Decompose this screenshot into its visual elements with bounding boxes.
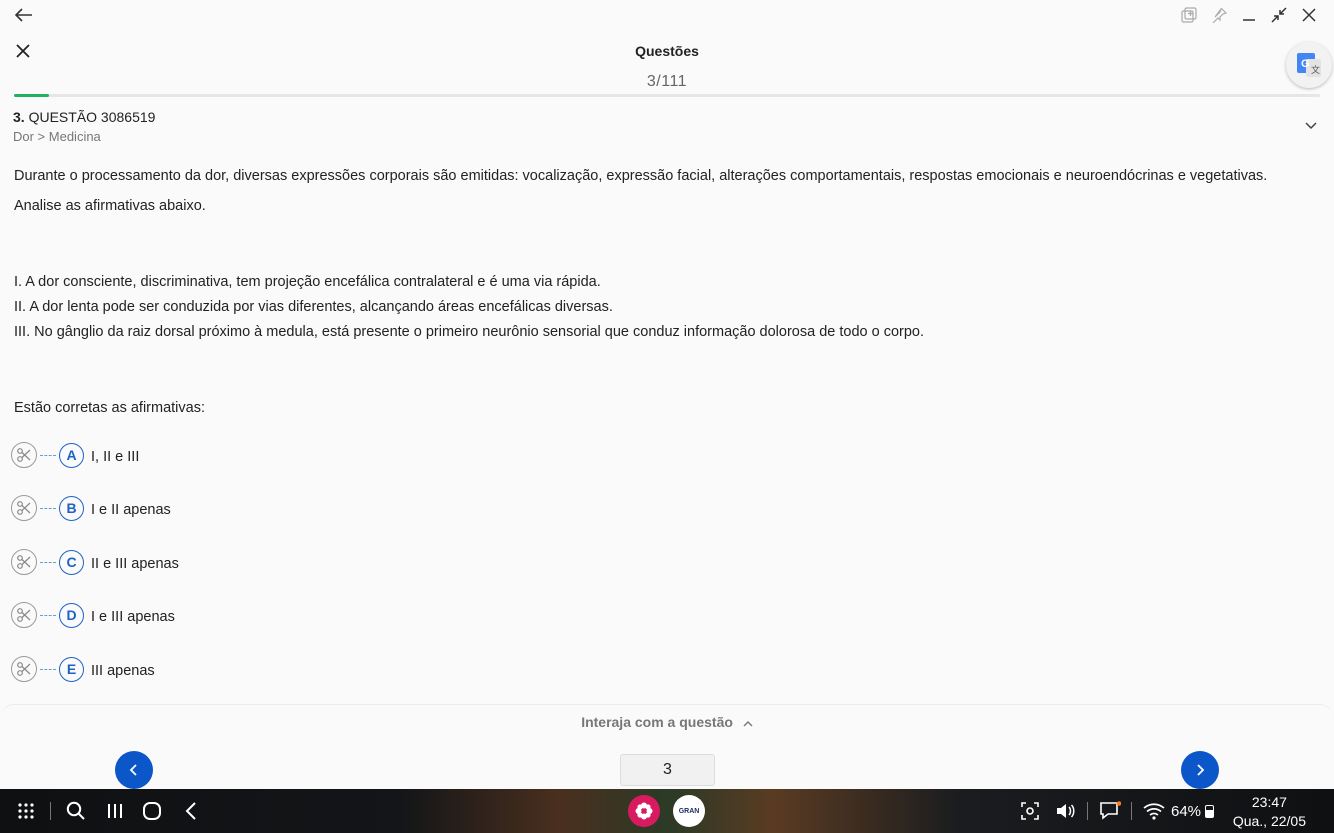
- close-icon[interactable]: [1298, 4, 1320, 26]
- option-b[interactable]: B I e II apenas: [11, 494, 171, 522]
- question-number: 3.: [13, 109, 25, 125]
- interact-toggle[interactable]: Interaja com a questão: [0, 714, 1334, 731]
- clock-time: 23:47: [1251, 794, 1287, 810]
- question-header: 3. QUESTÃO 3086519 Dor > Medicina: [13, 109, 155, 144]
- chevron-left-icon: [129, 764, 137, 776]
- question-intro: Durante o processamento da dor, diversas…: [14, 168, 1268, 184]
- system-taskbar: GRAN 64% 23:47 Qua., 22/05: [0, 789, 1334, 833]
- option-letter[interactable]: B: [59, 495, 84, 521]
- app-header: Questões 3/111 G 文: [0, 30, 1334, 98]
- battery-icon: [1205, 805, 1215, 818]
- battery-level: 64%: [1171, 803, 1215, 820]
- question-prompt: Estão corretas as afirmativas:: [14, 400, 205, 416]
- interact-label[interactable]: Interaja com a questão: [581, 714, 733, 730]
- recent-apps-icon[interactable]: [103, 799, 127, 823]
- dashed-connector: [40, 614, 56, 616]
- chevron-down-icon[interactable]: [1304, 118, 1318, 132]
- collapse-icon[interactable]: [1268, 4, 1290, 26]
- option-text[interactable]: I, II e III: [91, 449, 139, 465]
- home-icon[interactable]: [140, 799, 164, 823]
- page-title: Questões: [635, 43, 699, 59]
- progress-fill: [14, 94, 50, 97]
- google-translate-icon[interactable]: G 文: [1286, 42, 1332, 88]
- gran-app-icon[interactable]: GRAN: [673, 795, 705, 827]
- previous-button[interactable]: [115, 751, 153, 789]
- option-text[interactable]: III apenas: [91, 663, 155, 679]
- dashed-connector: [40, 668, 56, 670]
- dashed-connector: [40, 507, 56, 509]
- question-title: 3. QUESTÃO 3086519: [13, 109, 155, 125]
- option-text[interactable]: I e III apenas: [91, 609, 175, 625]
- option-letter[interactable]: D: [59, 602, 84, 628]
- app-grid-icon[interactable]: [14, 799, 38, 823]
- search-icon[interactable]: [64, 799, 88, 823]
- option-letter[interactable]: E: [59, 656, 84, 682]
- taskbar-divider: [1131, 802, 1132, 820]
- scissors-icon[interactable]: [11, 442, 37, 468]
- option-c[interactable]: C II e III apenas: [11, 548, 179, 576]
- svg-text:G: G: [1301, 58, 1310, 70]
- gran-app-label: GRAN: [678, 807, 700, 815]
- question-label: QUESTÃO 3086519: [28, 109, 156, 125]
- scissors-icon[interactable]: [11, 549, 37, 575]
- window-bar: [0, 0, 1334, 30]
- statement-2: II. A dor lenta pode ser conduzida por v…: [14, 299, 613, 315]
- dashed-connector: [40, 454, 56, 456]
- scissors-icon[interactable]: [11, 602, 37, 628]
- question-counter: 3/111: [646, 73, 688, 90]
- statement-1: I. A dor consciente, discriminativa, tem…: [14, 274, 601, 290]
- option-letter[interactable]: A: [59, 442, 84, 468]
- taskbar-divider: [1087, 802, 1088, 820]
- chevron-right-icon: [1197, 764, 1205, 776]
- next-button[interactable]: [1181, 751, 1219, 789]
- progress-bar: [14, 94, 1320, 97]
- option-d[interactable]: D I e III apenas: [11, 601, 175, 629]
- page-number-input[interactable]: 3: [620, 754, 715, 786]
- pop-out-icon[interactable]: [1178, 4, 1200, 26]
- minimize-icon[interactable]: [1238, 4, 1260, 26]
- pin-icon[interactable]: [1208, 4, 1230, 26]
- battery-percent: 64%: [1171, 803, 1202, 820]
- window-controls: [1178, 4, 1320, 26]
- notification-icon[interactable]: [1099, 799, 1121, 823]
- breadcrumb: Dor > Medicina: [13, 129, 101, 144]
- scissors-icon[interactable]: [11, 656, 37, 682]
- option-letter[interactable]: C: [59, 549, 84, 575]
- statement-3: III. No gânglio da raiz dorsal próximo à…: [14, 324, 924, 340]
- flower-app-icon[interactable]: [628, 795, 660, 827]
- taskbar-divider: [50, 802, 51, 820]
- scissors-icon[interactable]: [11, 495, 37, 521]
- option-text[interactable]: I e II apenas: [91, 502, 171, 518]
- chevron-up-icon[interactable]: [743, 715, 753, 731]
- wifi-icon[interactable]: [1142, 799, 1166, 823]
- option-a[interactable]: A I, II e III: [11, 441, 139, 469]
- option-e[interactable]: E III apenas: [11, 655, 155, 683]
- clock-date: Qua., 22/05: [1232, 813, 1306, 829]
- screenshot-icon[interactable]: [1019, 799, 1041, 823]
- back-nav-icon[interactable]: [179, 799, 203, 823]
- option-text[interactable]: II e III apenas: [91, 556, 179, 572]
- arrow-left-icon[interactable]: [12, 4, 36, 26]
- svg-text:文: 文: [1311, 64, 1320, 75]
- question-instruction: Analise as afirmativas abaixo.: [14, 198, 206, 214]
- dashed-connector: [40, 561, 56, 563]
- clock[interactable]: 23:47 Qua., 22/05: [1233, 793, 1306, 831]
- volume-icon[interactable]: [1054, 799, 1076, 823]
